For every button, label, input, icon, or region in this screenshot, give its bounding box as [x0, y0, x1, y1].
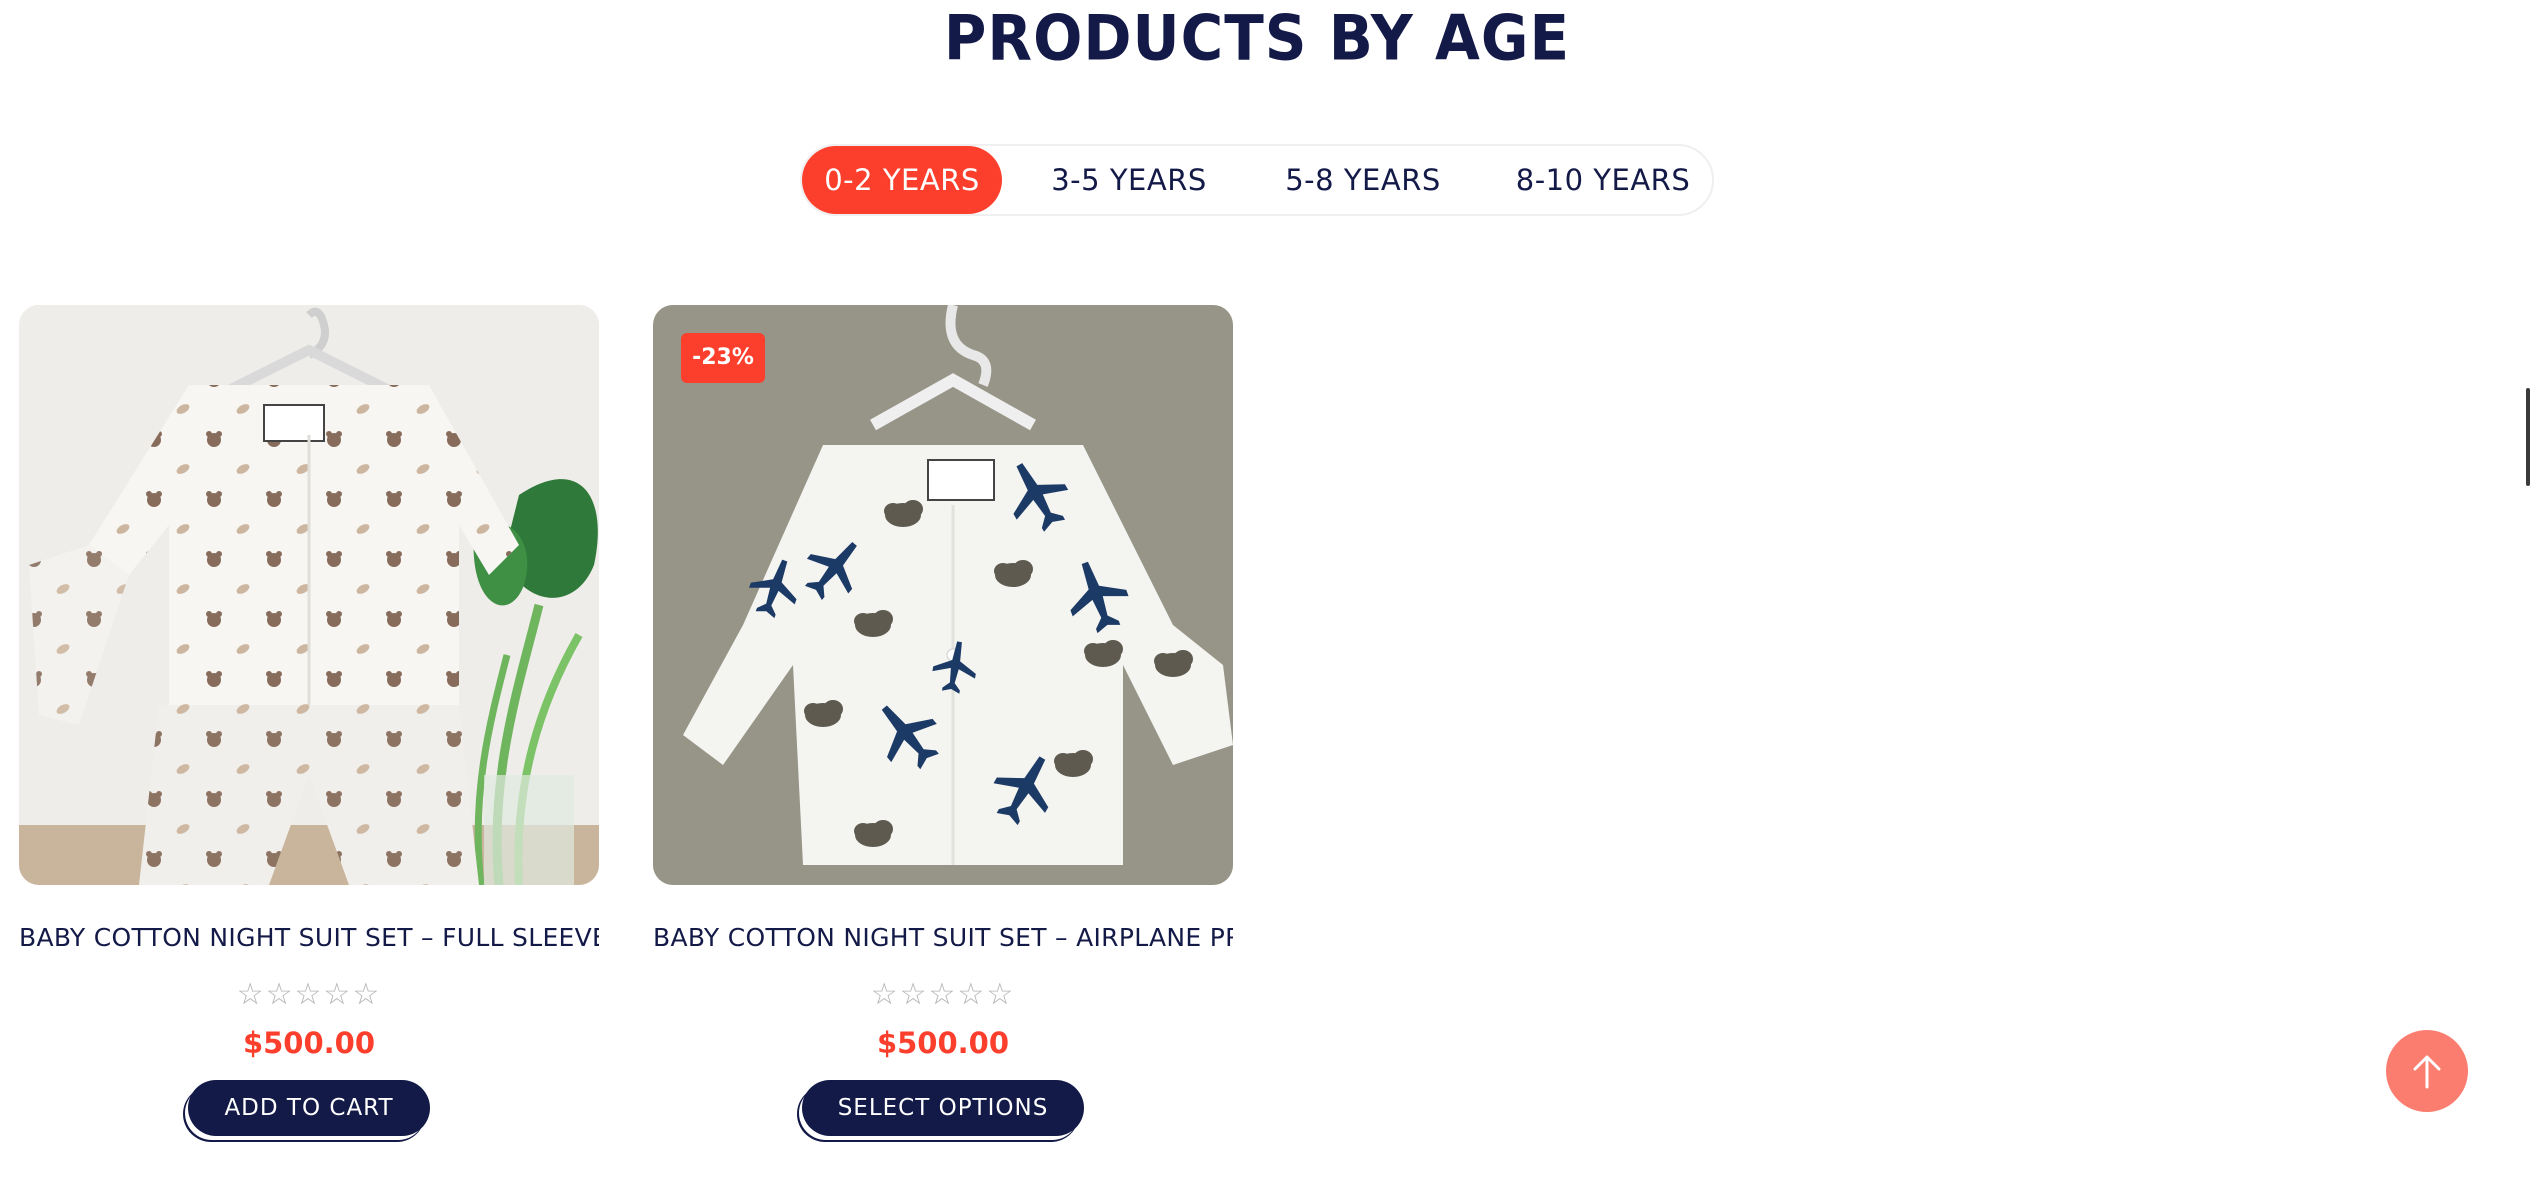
star-rating: ☆☆☆☆☆ — [236, 977, 382, 1012]
product-card: BABY COTTON NIGHT SUIT SET – FULL SLEEVE… — [19, 305, 599, 1136]
tab-8-10-years[interactable]: 8-10 YEARS — [1492, 146, 1714, 214]
products-by-age-section: PRODUCTS BY AGE 0-2 YEARS 3-5 YEARS 5-8 … — [0, 0, 2530, 1197]
add-to-cart-button[interactable]: ADD TO CART — [188, 1080, 430, 1136]
product-image-link[interactable] — [19, 305, 599, 885]
section-title: PRODUCTS BY AGE — [943, 1, 1571, 75]
product-title[interactable]: BABY COTTON NIGHT SUIT SET – FULL SLEEVE… — [19, 923, 599, 952]
teddy-bear-print-suit-image — [19, 305, 599, 885]
tab-0-2-years[interactable]: 0-2 YEARS — [802, 146, 1002, 214]
product-price: $500.00 — [876, 1026, 1010, 1060]
scrollbar-thumb[interactable] — [2526, 388, 2530, 486]
product-title[interactable]: BABY COTTON NIGHT SUIT SET – AIRPLANE PR… — [653, 923, 1233, 952]
product-image-link[interactable]: -23% — [653, 305, 1233, 885]
age-tabs: 0-2 YEARS 3-5 YEARS 5-8 YEARS 8-10 YEARS — [800, 144, 1714, 216]
product-card: -23% BABY COTTON NIGHT SUIT SET – AIRPLA… — [653, 305, 1233, 1136]
product-price: $500.00 — [242, 1026, 376, 1060]
tab-5-8-years[interactable]: 5-8 YEARS — [1258, 146, 1468, 214]
arrow-up-icon — [2413, 1055, 2441, 1089]
airplane-print-shirt-image — [653, 305, 1233, 885]
tab-3-5-years[interactable]: 3-5 YEARS — [1024, 146, 1234, 214]
sale-badge: -23% — [681, 333, 765, 383]
star-rating: ☆☆☆☆☆ — [870, 977, 1016, 1012]
select-options-button[interactable]: SELECT OPTIONS — [801, 1080, 1085, 1136]
scroll-to-top-button[interactable] — [2386, 1030, 2468, 1112]
